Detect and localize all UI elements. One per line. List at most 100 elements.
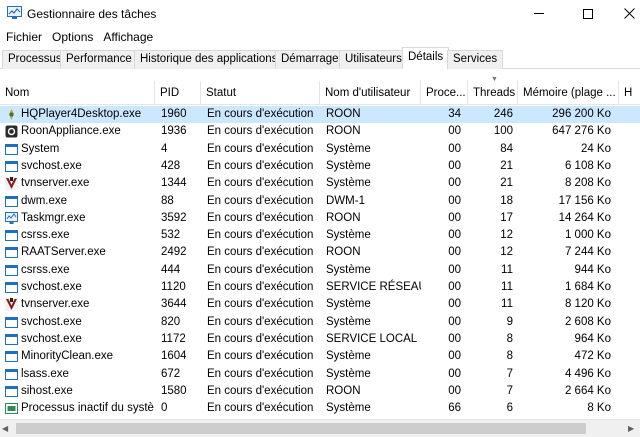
process-memory: 7 244 Ko <box>564 246 611 259</box>
process-status: En cours d'exécution <box>207 211 314 224</box>
process-name: svchost.exe <box>21 315 82 328</box>
process-pid: 1580 <box>161 384 187 397</box>
process-status: En cours d'exécution <box>207 194 314 207</box>
process-pid: 428 <box>161 159 181 172</box>
process-name: tvnserver.exe <box>21 298 90 311</box>
table-row[interactable]: tvnserver.exe 1344 En cours d'exécution Sys… <box>0 175 640 192</box>
column-header-cpu[interactable]: Proce... <box>421 81 468 105</box>
close-button[interactable] <box>606 0 640 27</box>
process-pid: 4 <box>161 142 168 155</box>
process-threads: 9 <box>506 315 513 328</box>
process-user: Système <box>326 229 371 242</box>
column-header-extra[interactable]: H <box>619 81 640 105</box>
minimize-button[interactable] <box>516 0 562 27</box>
process-status: En cours d'exécution <box>207 298 314 311</box>
process-threads: 7 <box>506 384 513 397</box>
process-cpu: 00 <box>448 263 461 276</box>
process-cpu: 00 <box>448 281 461 293</box>
maximize-button[interactable] <box>565 0 611 27</box>
table-row[interactable]: dwm.exe 88 En cours d'exécution DWM-1 00 18 17… <box>0 193 640 210</box>
details-table: Nom PID Statut Nom d'utilisateur Proce..… <box>0 69 640 419</box>
window-icon <box>5 229 18 242</box>
process-pid: 820 <box>161 315 181 328</box>
process-memory: 296 200 Ko <box>552 108 611 120</box>
process-cpu: 00 <box>448 211 461 224</box>
table-row[interactable]: System 4 En cours d'exécution Système 00 84 24… <box>0 141 640 158</box>
table-row[interactable]: RAATServer.exe 2492 En cours d'exécution RO… <box>0 244 640 261</box>
title-bar: Gestionnaire des tâches <box>0 0 640 27</box>
process-threads: 18 <box>500 194 513 207</box>
table-row[interactable]: HQPlayer4Desktop.exe 1960 En cours d'exécu… <box>0 106 640 123</box>
table-row[interactable]: lsass.exe 672 En cours d'exécution Système 0… <box>0 366 640 383</box>
tab-services[interactable]: Services <box>447 50 504 69</box>
process-cpu: 00 <box>448 177 461 190</box>
table-row[interactable]: Processus inactif du systè... 0 En cours d… <box>0 400 640 417</box>
vnc-icon <box>5 298 18 312</box>
process-pid: 672 <box>161 367 181 380</box>
process-status: En cours d'exécution <box>207 177 314 190</box>
close-icon <box>623 8 635 19</box>
hqplayer-icon <box>5 108 18 121</box>
tab-performance[interactable]: Performance <box>60 50 138 69</box>
table-row[interactable]: csrss.exe 532 En cours d'exécution Système 0… <box>0 227 640 244</box>
tab-users[interactable]: Utilisateurs <box>339 50 408 69</box>
scroll-right-icon[interactable]: ▶ <box>628 424 634 433</box>
process-threads: 21 <box>500 159 513 172</box>
tab-processes[interactable]: Processus <box>2 50 68 69</box>
tab-details[interactable]: Détails <box>402 47 450 70</box>
process-threads: 100 <box>493 125 513 138</box>
process-name: svchost.exe <box>21 281 82 293</box>
process-pid: 3592 <box>161 211 187 224</box>
process-user: ROON <box>326 384 361 397</box>
process-user: SERVICE LOCAL <box>326 332 418 345</box>
column-header-memory[interactable]: Mémoire (plage ... <box>518 81 619 105</box>
process-cpu: 00 <box>448 246 461 259</box>
process-status: En cours d'exécution <box>207 350 314 363</box>
table-row[interactable]: svchost.exe 820 En cours d'exécution Systèm… <box>0 314 640 331</box>
column-header-threads[interactable]: Threads <box>468 81 518 105</box>
process-name: svchost.exe <box>21 159 82 172</box>
table-row[interactable]: svchost.exe 1120 En cours d'exécution SERVI… <box>0 279 640 296</box>
table-row[interactable]: Taskmgr.exe 3592 En cours d'exécution ROON 0… <box>0 210 640 227</box>
process-threads: 11 <box>501 281 513 293</box>
process-user: ROON <box>326 211 361 224</box>
table-row[interactable]: MinorityClean.exe 1604 En cours d'exécutio… <box>0 348 640 365</box>
minimize-icon <box>534 13 544 14</box>
process-status: En cours d'exécution <box>207 402 314 415</box>
table-row[interactable]: RoonAppliance.exe 1936 En cours d'exécutio… <box>0 123 640 140</box>
tab-app-history[interactable]: Historique des applications <box>134 50 284 69</box>
process-user: DWM-1 <box>326 194 365 207</box>
process-cpu: 00 <box>448 384 461 397</box>
process-memory: 944 Ko <box>574 263 611 276</box>
table-row[interactable]: csrss.exe 444 En cours d'exécution Système 0… <box>0 262 640 279</box>
process-status: En cours d'exécution <box>207 332 314 345</box>
process-memory: 1 000 Ko <box>564 229 611 242</box>
process-pid: 1172 <box>161 332 186 345</box>
menu-view[interactable]: Affichage <box>98 30 158 44</box>
menu-file[interactable]: Fichier <box>0 30 47 44</box>
horizontal-scrollbar[interactable]: ◀ ▶ <box>0 419 640 437</box>
table-row[interactable]: svchost.exe 1172 En cours d'exécution SERVI… <box>0 331 640 348</box>
process-user: ROON <box>326 108 361 120</box>
process-name: RAATServer.exe <box>21 246 106 259</box>
column-header-user[interactable]: Nom d'utilisateur <box>320 81 421 105</box>
scroll-left-icon[interactable]: ◀ <box>2 424 8 433</box>
process-threads: 11 <box>501 263 513 276</box>
window-icon <box>5 333 18 346</box>
process-status: En cours d'exécution <box>207 246 314 259</box>
process-name: RoonAppliance.exe <box>21 125 121 138</box>
table-row[interactable]: sihost.exe 1580 En cours d'exécution ROON 00… <box>0 383 640 400</box>
menu-options[interactable]: Options <box>47 30 98 44</box>
process-cpu: 00 <box>448 298 461 311</box>
column-header-status[interactable]: Statut <box>201 81 320 105</box>
process-cpu: 66 <box>448 402 461 415</box>
window-icon <box>5 195 18 208</box>
process-name: Taskmgr.exe <box>21 211 86 224</box>
scrollbar-thumb[interactable] <box>16 423 586 434</box>
table-row[interactable]: svchost.exe 428 En cours d'exécution Systèm… <box>0 158 640 175</box>
column-header-pid[interactable]: PID <box>155 81 201 105</box>
tab-startup[interactable]: Démarrage <box>275 50 345 69</box>
process-pid: 1960 <box>161 108 187 120</box>
column-header-name[interactable]: Nom <box>0 81 155 105</box>
table-row[interactable]: tvnserver.exe 3644 En cours d'exécution Sys… <box>0 296 640 313</box>
